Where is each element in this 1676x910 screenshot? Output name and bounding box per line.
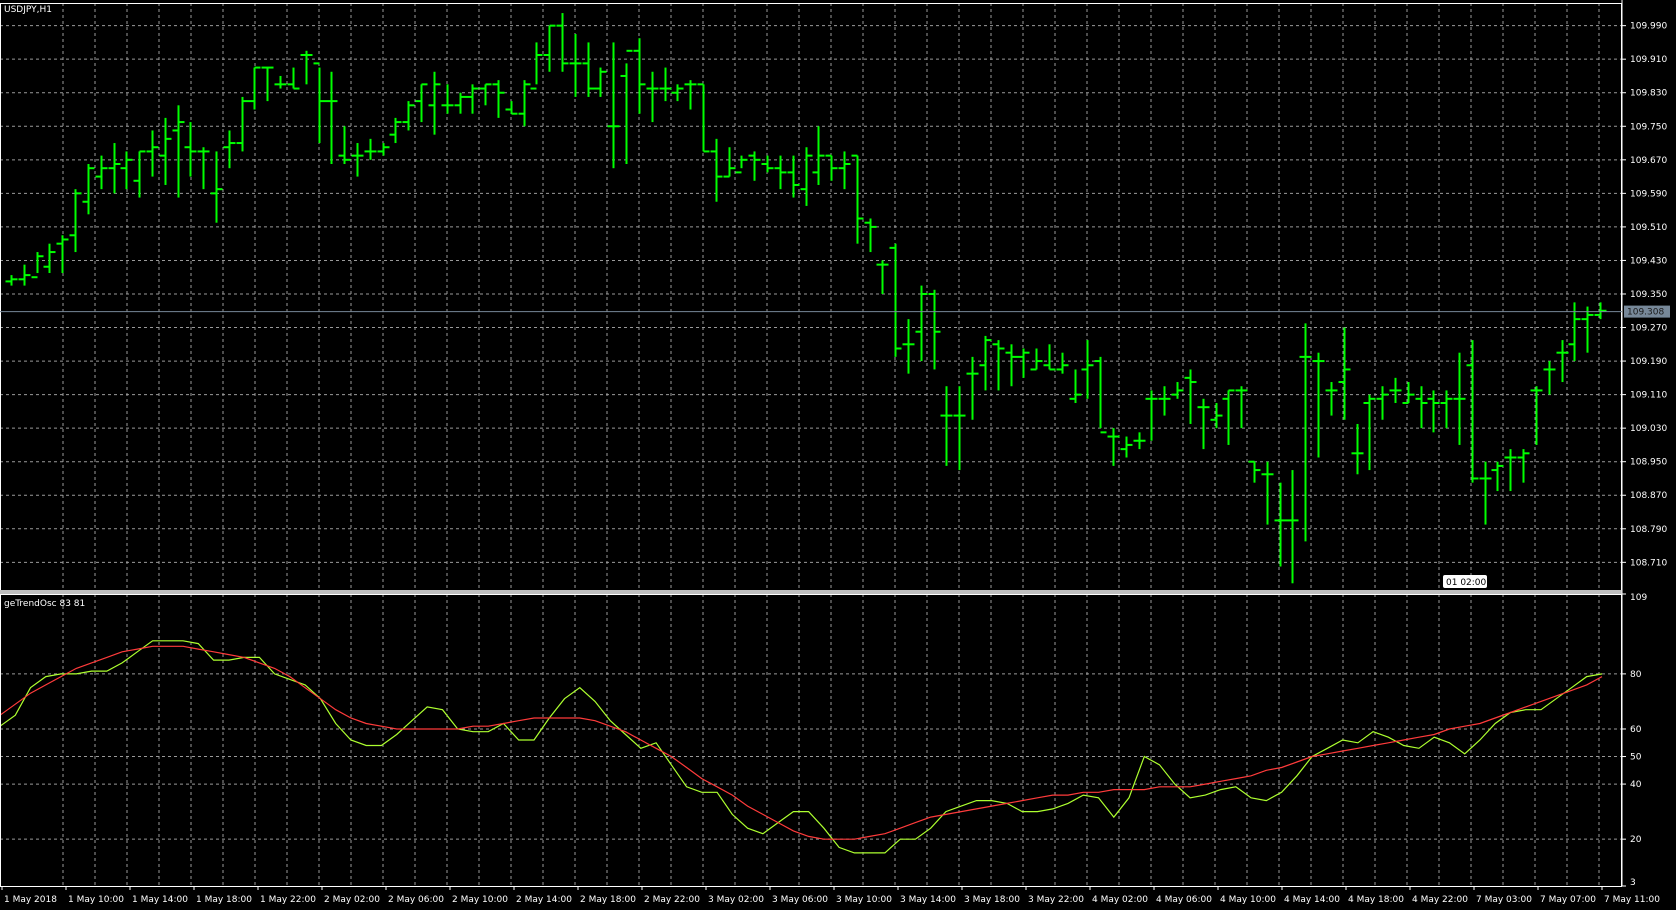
osc-tick-label: 20 xyxy=(1630,835,1642,845)
price-tick-label: 109.990 xyxy=(1630,22,1667,32)
time-tick-label: 4 May 22:00 xyxy=(1412,895,1468,905)
osc-tick-label: 40 xyxy=(1630,780,1642,790)
time-tick-label: 3 May 06:00 xyxy=(772,895,828,905)
osc-tick-label: 60 xyxy=(1630,725,1642,735)
time-tick-label: 2 May 06:00 xyxy=(388,895,444,905)
time-tick-label: 1 May 14:00 xyxy=(132,895,188,905)
price-tick-label: 109.750 xyxy=(1630,122,1667,132)
time-tick-label: 3 May 10:00 xyxy=(836,895,892,905)
price-tick-label: 108.790 xyxy=(1630,525,1667,535)
time-tick-label: 2 May 10:00 xyxy=(452,895,508,905)
price-tick-label: 108.950 xyxy=(1630,458,1667,468)
osc-tick-label: 3 xyxy=(1630,878,1636,888)
time-tick-label: 7 May 07:00 xyxy=(1540,895,1596,905)
time-tick-label: 2 May 14:00 xyxy=(516,895,572,905)
price-tick-label: 109.670 xyxy=(1630,156,1667,166)
time-tick-label: 1 May 2018 xyxy=(4,895,57,905)
time-tick-label: 4 May 18:00 xyxy=(1348,895,1404,905)
time-tick-label: 4 May 14:00 xyxy=(1284,895,1340,905)
time-tick-label: 3 May 22:00 xyxy=(1028,895,1084,905)
time-tick-label: 2 May 22:00 xyxy=(644,895,700,905)
time-tick-label: 4 May 10:00 xyxy=(1220,895,1276,905)
symbol-label: USDJPY,H1 xyxy=(4,5,52,15)
chart-background xyxy=(0,0,1676,910)
time-tick-label: 3 May 18:00 xyxy=(964,895,1020,905)
time-tick-label: 7 May 03:00 xyxy=(1476,895,1532,905)
time-tick-label: 3 May 02:00 xyxy=(708,895,764,905)
chart-svg: 109.990 109.910 109.830 109.750 109.670 109.5… xyxy=(0,0,1676,910)
price-tick-label: 109.590 xyxy=(1630,189,1667,199)
indicator-label: geTrendOsc 83 81 xyxy=(4,599,85,609)
time-tick-label: 2 May 02:00 xyxy=(324,895,380,905)
price-tick-label: 109.110 xyxy=(1630,391,1667,401)
time-tick-label: 4 May 06:00 xyxy=(1156,895,1212,905)
price-tick-label: 109.190 xyxy=(1630,357,1667,367)
price-tick-label: 109.270 xyxy=(1630,324,1667,334)
time-tick-label: 3 May 14:00 xyxy=(900,895,956,905)
price-tick-label: 108.870 xyxy=(1630,491,1667,501)
osc-tick-label: 109 xyxy=(1630,593,1647,603)
time-tick-label: 1 May 10:00 xyxy=(68,895,124,905)
time-tick-label: 1 May 18:00 xyxy=(196,895,252,905)
crosshair-time-label: 01 02:00 xyxy=(1446,578,1487,588)
price-tick-label: 109.350 xyxy=(1630,290,1667,300)
price-tick-label: 108.710 xyxy=(1630,558,1667,568)
price-tick-label: 109.510 xyxy=(1630,223,1667,233)
time-tick-label: 7 May 11:00 xyxy=(1604,895,1660,905)
osc-tick-label: 80 xyxy=(1630,670,1642,680)
time-tick-label: 1 May 22:00 xyxy=(260,895,316,905)
price-tick-label: 109.430 xyxy=(1630,256,1667,266)
price-tick-label: 109.830 xyxy=(1630,89,1667,99)
time-tick-label: 4 May 02:00 xyxy=(1092,895,1148,905)
price-tick-label: 109.910 xyxy=(1630,55,1667,65)
price-tick-label: 109.030 xyxy=(1630,424,1667,434)
current-price-label: 109.308 xyxy=(1627,308,1664,318)
time-tick-label: 2 May 18:00 xyxy=(580,895,636,905)
osc-tick-label: 50 xyxy=(1630,753,1642,763)
